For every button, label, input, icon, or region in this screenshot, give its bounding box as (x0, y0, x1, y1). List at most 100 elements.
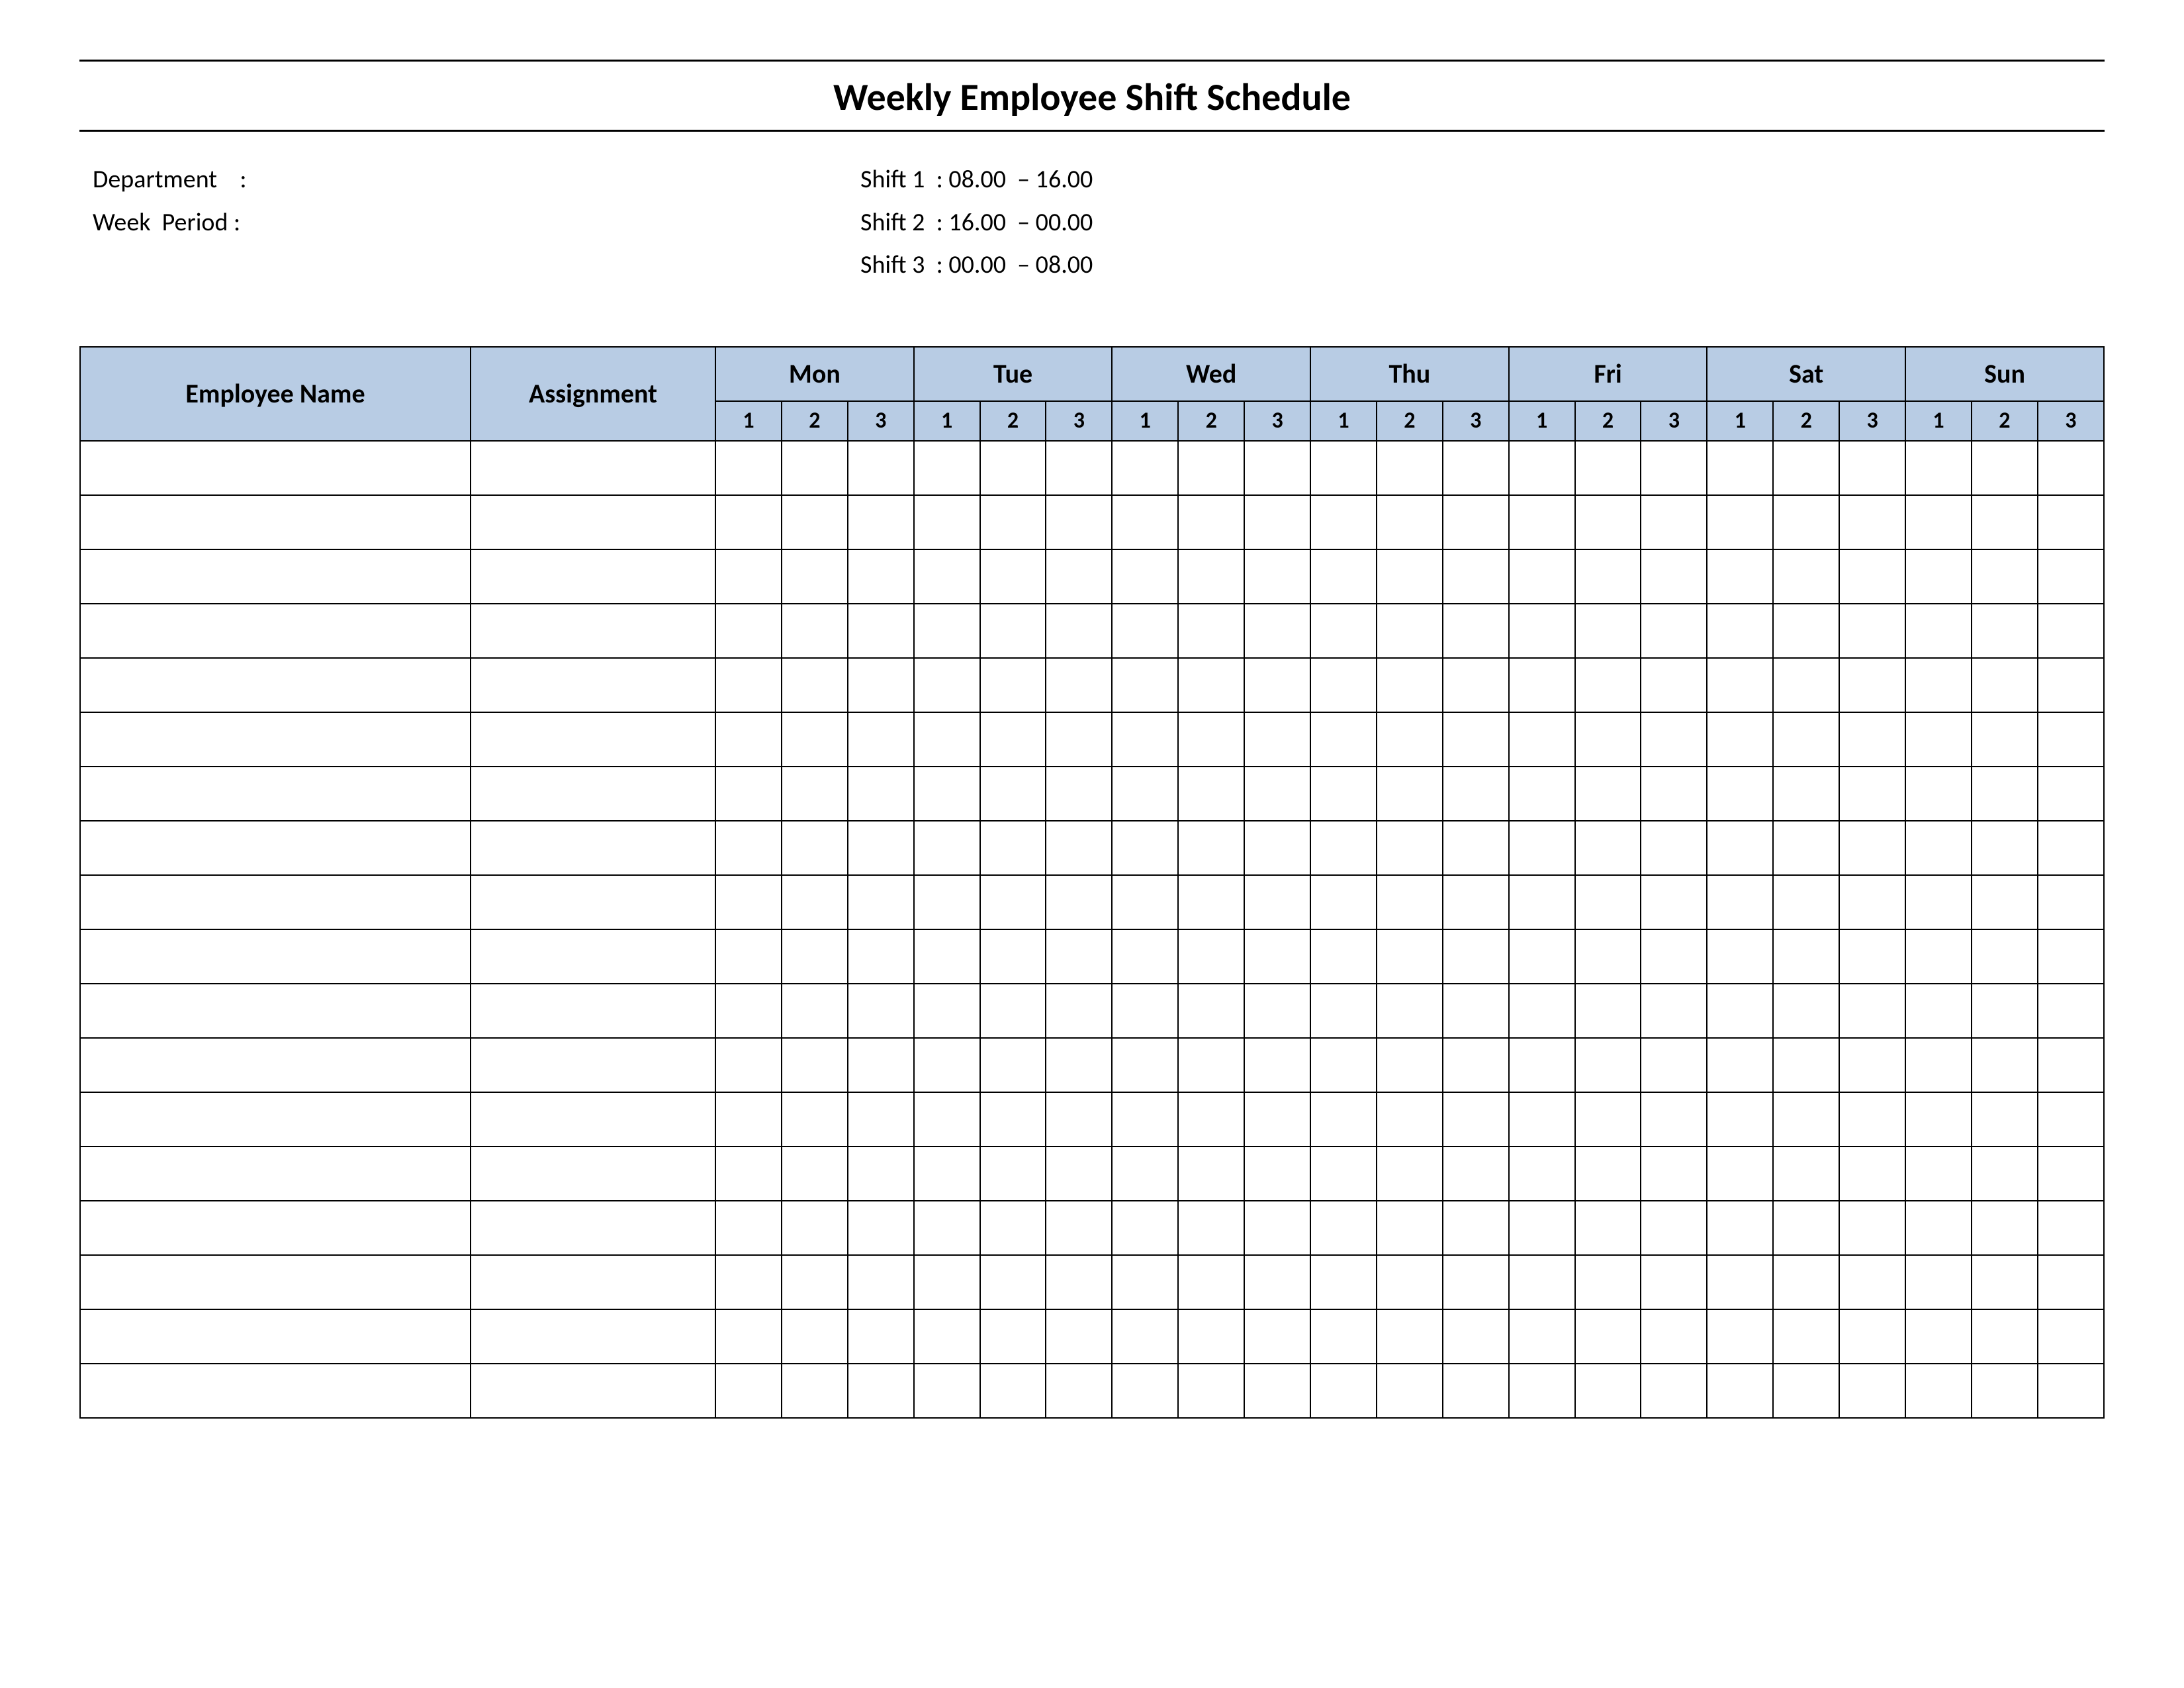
cell-shift-slot (980, 441, 1046, 495)
table-row (80, 1255, 2104, 1309)
cell-shift-slot (848, 1309, 914, 1364)
cell-shift-slot (1905, 712, 1972, 767)
cell-shift-slot (1575, 549, 1641, 604)
cell-shift-slot (1575, 495, 1641, 549)
col-shift: 3 (2038, 401, 2104, 441)
cell-shift-slot (1046, 658, 1112, 712)
cell-shift-slot (1310, 712, 1377, 767)
cell-shift-slot (1641, 1147, 1707, 1201)
cell-shift-slot (1178, 767, 1244, 821)
col-shift: 3 (1839, 401, 1905, 441)
cell-shift-slot (848, 875, 914, 929)
cell-shift-slot (1839, 984, 1905, 1038)
cell-shift-slot (1310, 1255, 1377, 1309)
cell-shift-slot (2038, 1364, 2104, 1418)
cell-assignment (471, 767, 715, 821)
cell-shift-slot (1905, 1309, 1972, 1364)
cell-shift-slot (2038, 441, 2104, 495)
cell-shift-slot (914, 1092, 980, 1147)
cell-employee-name (80, 929, 471, 984)
cell-shift-slot (1244, 1092, 1310, 1147)
cell-shift-slot (1641, 549, 1707, 604)
meta-department: Department : (93, 158, 807, 201)
cell-shift-slot (1377, 1038, 1443, 1092)
cell-shift-slot (1575, 767, 1641, 821)
col-employee-name: Employee Name (80, 347, 471, 441)
cell-shift-slot (1244, 984, 1310, 1038)
meta-week-period: Week Period : (93, 201, 807, 244)
cell-shift-slot (1707, 1092, 1773, 1147)
cell-shift-slot (1773, 1147, 1839, 1201)
cell-shift-slot (1244, 1255, 1310, 1309)
cell-employee-name (80, 1038, 471, 1092)
cell-shift-slot (1972, 712, 2038, 767)
cell-shift-slot (782, 1201, 848, 1255)
cell-shift-slot (1112, 1038, 1178, 1092)
cell-shift-slot (914, 604, 980, 658)
col-shift: 2 (1972, 401, 2038, 441)
col-shift: 2 (782, 401, 848, 441)
cell-shift-slot (980, 875, 1046, 929)
cell-shift-slot (1310, 984, 1377, 1038)
meta-sep: : (925, 164, 942, 195)
cell-shift-slot (1377, 1255, 1443, 1309)
cell-shift-slot (914, 929, 980, 984)
cell-shift-slot (1509, 1147, 1575, 1201)
cell-shift-slot (1773, 1364, 1839, 1418)
cell-shift-slot (1244, 549, 1310, 604)
cell-shift-slot (2038, 821, 2104, 875)
cell-shift-slot (1707, 712, 1773, 767)
cell-shift-slot (1046, 875, 1112, 929)
col-shift: 3 (848, 401, 914, 441)
cell-shift-slot (1178, 875, 1244, 929)
cell-shift-slot (1905, 1201, 1972, 1255)
cell-shift-slot (914, 821, 980, 875)
cell-shift-slot (848, 712, 914, 767)
cell-assignment (471, 1364, 715, 1418)
cell-shift-slot (1972, 767, 2038, 821)
cell-shift-slot (1443, 549, 1509, 604)
col-day-mon: Mon (715, 347, 914, 401)
table-row (80, 875, 2104, 929)
cell-shift-slot (1509, 604, 1575, 658)
cell-shift-slot (1839, 1255, 1905, 1309)
cell-shift-slot (1972, 875, 2038, 929)
cell-shift-slot (1377, 1147, 1443, 1201)
cell-shift-slot (1377, 1201, 1443, 1255)
cell-shift-slot (914, 1201, 980, 1255)
cell-shift-slot (782, 658, 848, 712)
cell-shift-slot (1046, 549, 1112, 604)
cell-shift-slot (1112, 767, 1178, 821)
cell-shift-slot (1443, 1147, 1509, 1201)
cell-shift-slot (914, 984, 980, 1038)
cell-shift-slot (1839, 495, 1905, 549)
cell-shift-slot (1443, 441, 1509, 495)
cell-shift-slot (1575, 712, 1641, 767)
cell-shift-slot (1244, 495, 1310, 549)
table-row (80, 712, 2104, 767)
meta-sep: : (925, 207, 942, 238)
col-shift: 2 (1377, 401, 1443, 441)
meta-label: Week Period (93, 207, 228, 238)
cell-shift-slot (1509, 875, 1575, 929)
cell-shift-slot (1310, 821, 1377, 875)
cell-shift-slot (2038, 767, 2104, 821)
cell-shift-slot (1773, 1255, 1839, 1309)
cell-shift-slot (848, 495, 914, 549)
cell-shift-slot (1443, 875, 1509, 929)
col-day-tue: Tue (914, 347, 1113, 401)
cell-shift-slot (1641, 1309, 1707, 1364)
cell-shift-slot (2038, 875, 2104, 929)
cell-shift-slot (1377, 1309, 1443, 1364)
cell-shift-slot (1178, 495, 1244, 549)
cell-shift-slot (1046, 1038, 1112, 1092)
cell-employee-name (80, 1147, 471, 1201)
meta-label: Shift 1 (860, 164, 925, 195)
cell-shift-slot (1575, 604, 1641, 658)
cell-shift-slot (1443, 1201, 1509, 1255)
cell-shift-slot (1112, 712, 1178, 767)
cell-shift-slot (1046, 1255, 1112, 1309)
col-day-thu: Thu (1310, 347, 1509, 401)
cell-shift-slot (914, 875, 980, 929)
cell-shift-slot (1377, 984, 1443, 1038)
